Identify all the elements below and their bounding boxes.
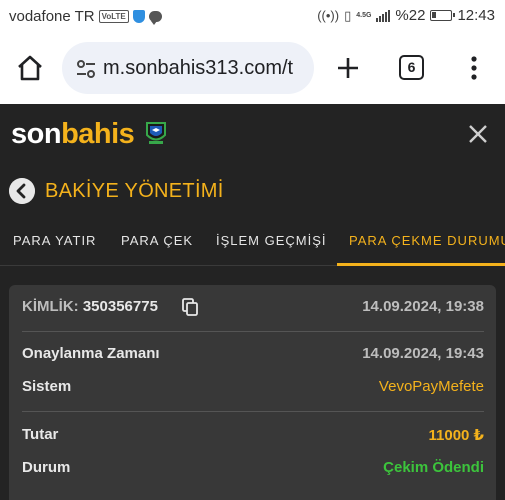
signal-icon (376, 9, 391, 22)
approval-row: Onaylanma Zamanı 14.09.2024, 19:43 (22, 342, 484, 366)
system-value: VevoPayMefete (378, 378, 484, 395)
logo-part-son: son (11, 118, 62, 150)
system-row: Sistem VevoPayMefete (22, 375, 484, 399)
approval-time: 14.09.2024, 19:43 (362, 345, 484, 362)
tab-switcher-button[interactable]: 6 (399, 55, 424, 80)
close-icon[interactable] (467, 123, 489, 145)
address-bar[interactable]: m.sonbahis313.com/t (62, 42, 314, 94)
main-content: KİMLİK: 350356775 14.09.2024, 19:38 Onay… (0, 266, 505, 500)
status-label: Durum (22, 459, 71, 476)
tab-bar: PARA YATIR PARA ÇEK İŞLEM GEÇMİŞİ PARA Ç… (0, 220, 505, 266)
hotspot-icon: ((•)) (317, 8, 340, 23)
logo-part-bahis: bahis (61, 118, 135, 150)
shield-icon (132, 10, 145, 23)
divider (22, 331, 484, 332)
new-tab-icon[interactable] (334, 54, 362, 82)
home-icon[interactable] (16, 54, 44, 82)
vibrate-icon: ▯ (344, 7, 352, 23)
status-row: Durum Çekim Ödendi (22, 456, 484, 480)
url-text[interactable]: m.sonbahis313.com/t (103, 57, 293, 80)
id-row: KİMLİK: 350356775 14.09.2024, 19:38 (22, 295, 484, 319)
carrier-group: vodafone TR VoLTE (9, 8, 162, 25)
carrier-name: vodafone TR (9, 8, 95, 25)
site-logo[interactable]: sonbahis (11, 118, 135, 151)
back-icon[interactable] (9, 178, 35, 204)
id-label: KİMLİK: 350356775 (22, 298, 158, 315)
volte-icon: VoLTE (98, 10, 129, 23)
amount-value: 11000 ₺ (428, 427, 485, 444)
status-value: Çekim Ödendi (383, 459, 484, 476)
tab-withdrawal-status[interactable]: PARA ÇEKME DURUMU (349, 233, 505, 248)
team-badge-icon (146, 122, 166, 144)
status-bar: vodafone TR VoLTE ((•)) ▯ 4.5G %22 12:43 (0, 0, 505, 34)
amount-label: Tutar (22, 426, 59, 443)
clock: 12:43 (457, 7, 495, 24)
withdrawal-card: KİMLİK: 350356775 14.09.2024, 19:38 Onay… (9, 285, 496, 500)
browser-toolbar: m.sonbahis313.com/t 6 (0, 34, 505, 104)
divider (22, 411, 484, 412)
system-icons: ((•)) ▯ 4.5G %22 12:43 (317, 7, 495, 24)
site-header: sonbahis (0, 104, 505, 164)
id-value: 350356775 (82, 298, 158, 315)
page-title-row: BAKİYE YÖNETİMİ (0, 164, 505, 220)
amount-row: Tutar 11000 ₺ (22, 423, 484, 447)
tab-deposit[interactable]: PARA YATIR (13, 233, 96, 248)
approval-label: Onaylanma Zamanı (22, 345, 160, 362)
id-label-text: KİMLİK: (22, 298, 79, 315)
message-icon (148, 11, 162, 25)
site-settings-icon[interactable] (76, 59, 96, 79)
page-title: BAKİYE YÖNETİMİ (45, 180, 224, 202)
network-type: 4.5G (356, 12, 372, 19)
copy-icon[interactable] (182, 298, 198, 316)
battery-icon (430, 10, 456, 21)
battery-percent: %22 (395, 7, 426, 24)
more-menu-icon[interactable] (462, 54, 486, 82)
created-time: 14.09.2024, 19:38 (362, 298, 484, 315)
tab-transaction-history[interactable]: İŞLEM GEÇMİŞİ (216, 233, 327, 248)
system-label: Sistem (22, 378, 72, 395)
tab-withdraw[interactable]: PARA ÇEK (121, 233, 193, 248)
